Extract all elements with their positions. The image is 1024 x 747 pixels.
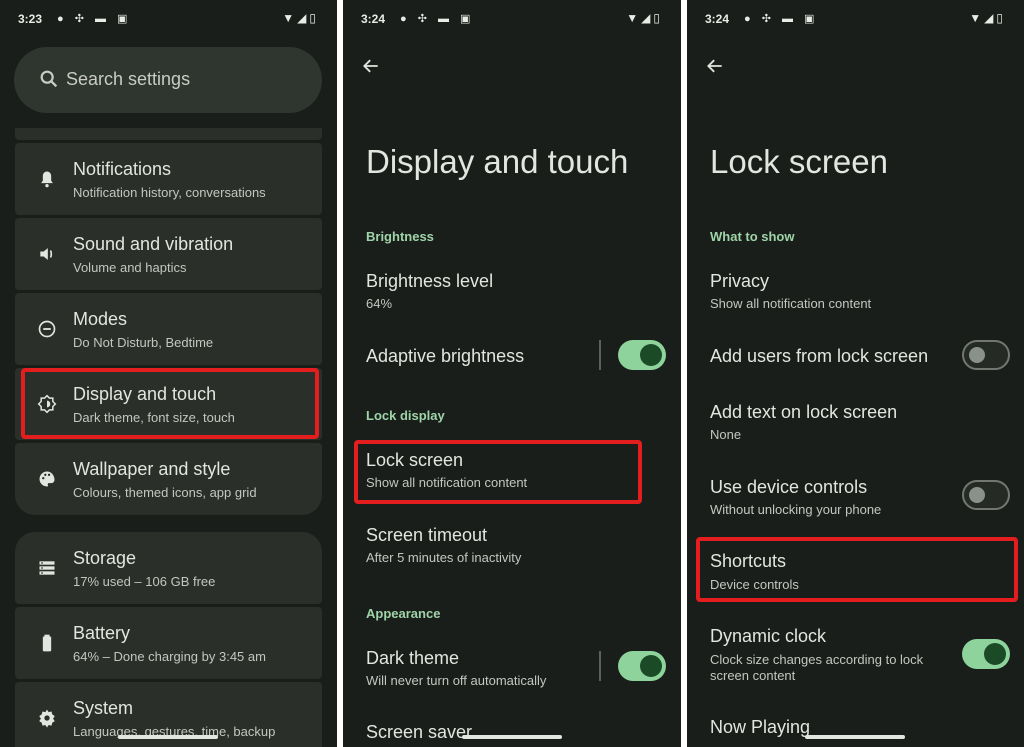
item-title: Wallpaper and style <box>73 459 231 479</box>
settings-item-wallpaper[interactable]: Wallpaper and style Colours, themed icon… <box>15 443 322 515</box>
row-title: Add users from lock screen <box>710 346 929 366</box>
settings-item-modes[interactable]: Modes Do Not Disturb, Bedtime <box>15 293 322 365</box>
row-subtitle: Will never turn off automatically <box>366 673 547 688</box>
row-title: Adaptive brightness <box>366 346 525 366</box>
divider <box>599 340 601 370</box>
item-subtitle: 17% used – 106 GB free <box>73 574 216 589</box>
row-title: Now Playing <box>710 717 811 737</box>
device-controls-toggle[interactable] <box>962 480 1010 510</box>
item-title: Notifications <box>73 159 172 179</box>
settings-item-battery[interactable]: Battery 64% – Done charging by 3:45 am <box>15 607 322 679</box>
gesture-handle[interactable] <box>118 735 218 739</box>
highlight-box <box>21 368 319 439</box>
back-arrow-icon[interactable] <box>361 56 381 76</box>
page-title: Display and touch <box>366 143 629 180</box>
settings-item-storage[interactable]: Storage 17% used – 106 GB free <box>15 532 322 604</box>
row-title: Dark theme <box>366 648 460 668</box>
display-and-touch-screen: 3:24 ● ✣ ▬ ▣ ▼◢▯ Display and touch Brigh… <box>343 0 681 747</box>
status-bar: 3:23 ● ✣ ▬ ▣ ▼◢▯ <box>18 10 319 30</box>
row-title: Screen saver <box>366 722 473 742</box>
status-bar: 3:24 ● ✣ ▬ ▣ ▼◢▯ <box>361 10 663 30</box>
search-icon <box>40 70 58 88</box>
row-title: Add text on lock screen <box>710 402 898 422</box>
settings-item-sound[interactable]: Sound and vibration Volume and haptics <box>15 218 322 290</box>
row-title: Privacy <box>710 271 770 291</box>
dark-theme-toggle[interactable] <box>618 651 666 681</box>
system-status-icons: ▼◢▯ <box>969 11 1006 25</box>
status-time: 3:23 <box>18 12 43 26</box>
highlight-box <box>354 440 642 504</box>
highlight-box <box>696 537 1018 602</box>
battery-icon <box>42 634 52 652</box>
row-title: Brightness level <box>366 271 494 291</box>
gesture-handle[interactable] <box>805 735 905 739</box>
item-subtitle: Volume and haptics <box>73 260 187 275</box>
row-subtitle: After 5 minutes of inactivity <box>366 550 522 565</box>
settings-item-notifications[interactable]: Notifications Notification history, conv… <box>15 143 322 215</box>
minus-circle-icon <box>38 320 56 338</box>
add-users-toggle[interactable] <box>962 340 1010 370</box>
storage-icon <box>39 561 55 575</box>
system-status-icons: ▼◢▯ <box>282 11 319 25</box>
section-header-brightness: Brightness <box>366 229 434 244</box>
search-bar[interactable]: Search settings <box>14 47 322 113</box>
search-placeholder: Search settings <box>66 69 191 89</box>
row-subtitle: None <box>710 427 742 442</box>
row-title: Dynamic clock <box>710 626 827 646</box>
item-subtitle: 64% – Done charging by 3:45 am <box>73 649 266 664</box>
item-subtitle: Notification history, conversations <box>73 185 266 200</box>
status-bar: 3:24 ● ✣ ▬ ▣ ▼◢▯ <box>705 10 1006 30</box>
row-subtitle: screen content <box>710 668 796 683</box>
list-item-partial <box>15 128 322 140</box>
status-time: 3:24 <box>705 12 730 26</box>
notification-icons: ● ✣ ▬ ▣ <box>400 13 475 25</box>
item-subtitle: Colours, themed icons, app grid <box>73 485 257 500</box>
adaptive-brightness-toggle[interactable] <box>618 340 666 370</box>
page-title: Lock screen <box>710 143 888 180</box>
dynamic-clock-toggle[interactable] <box>962 639 1010 669</box>
row-title: Screen timeout <box>366 525 488 545</box>
back-arrow-icon[interactable] <box>705 56 725 76</box>
row-subtitle: Show all notification content <box>710 296 872 311</box>
item-title: System <box>73 698 134 718</box>
item-title: Storage <box>73 548 137 568</box>
row-subtitle: 64% <box>366 296 393 311</box>
status-time: 3:24 <box>361 12 386 26</box>
row-title: Use device controls <box>710 477 868 497</box>
item-title: Battery <box>73 623 131 643</box>
gear-icon <box>39 709 55 728</box>
palette-icon <box>39 471 55 487</box>
system-status-icons: ▼◢▯ <box>626 11 663 25</box>
notification-icons: ● ✣ ▬ ▣ <box>744 13 819 25</box>
bell-icon <box>41 171 53 188</box>
section-header-lock-display: Lock display <box>366 408 445 423</box>
row-subtitle: Without unlocking your phone <box>710 502 882 517</box>
item-subtitle: Do Not Disturb, Bedtime <box>73 335 214 350</box>
lock-screen-settings-screen: 3:24 ● ✣ ▬ ▣ ▼◢▯ Lock screen What to sho… <box>687 0 1024 747</box>
divider <box>599 651 601 681</box>
item-title: Modes <box>73 309 128 329</box>
gesture-handle[interactable] <box>462 735 562 739</box>
row-subtitle: Clock size changes according to lock <box>710 652 924 667</box>
section-header-what-to-show: What to show <box>710 229 795 244</box>
item-title: Sound and vibration <box>73 234 234 254</box>
speaker-icon <box>40 248 53 260</box>
section-header-appearance: Appearance <box>366 606 441 621</box>
settings-main-screen: 3:23 ● ✣ ▬ ▣ ▼◢▯ Search settings Notific… <box>0 0 337 747</box>
notification-icons: ● ✣ ▬ ▣ <box>57 13 132 25</box>
